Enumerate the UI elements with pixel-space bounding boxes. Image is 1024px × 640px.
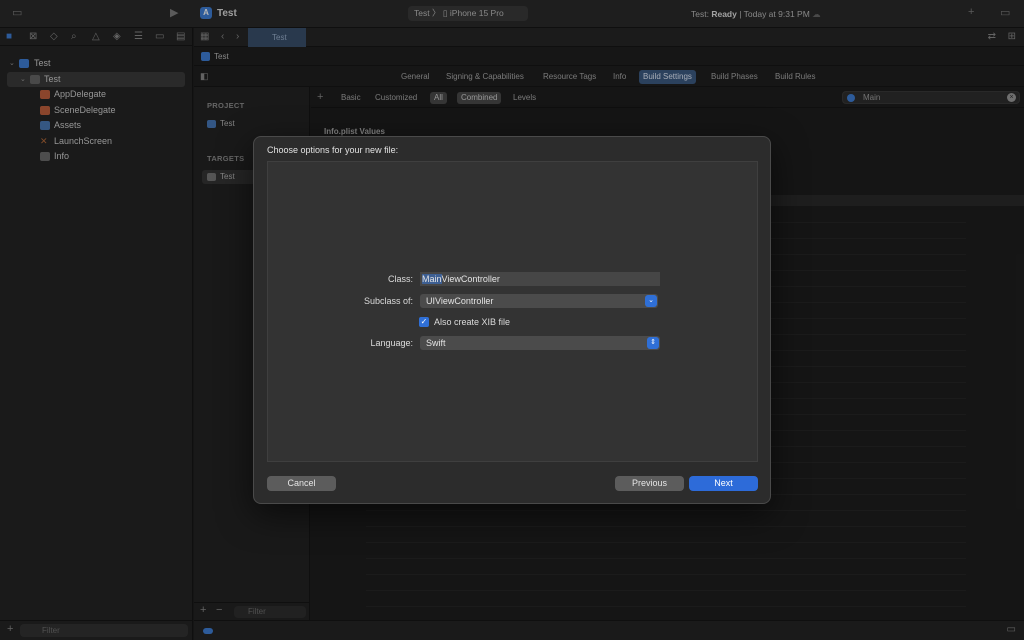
class-name-selection: Main xyxy=(422,274,442,284)
previous-button[interactable]: Previous xyxy=(615,476,684,491)
xib-checkbox[interactable]: ✓ xyxy=(419,317,429,327)
class-label: Class: xyxy=(387,274,413,284)
chevron-updown-icon: ⇕ xyxy=(647,337,659,349)
options-panel: Class: MainViewController Subclass of: U… xyxy=(267,161,758,462)
dialog-title: Choose options for your new file: xyxy=(267,145,399,155)
xib-checkbox-label: Also create XIB file xyxy=(434,317,511,327)
class-name-input[interactable]: MainViewController xyxy=(420,272,660,286)
class-name-rest: ViewController xyxy=(441,274,500,284)
new-file-options-dialog: Choose options for your new file: Class:… xyxy=(253,136,771,504)
subclass-select[interactable]: UIViewController ⌄ xyxy=(420,294,658,308)
language-label: Language: xyxy=(370,338,413,348)
chevron-down-icon: ⌄ xyxy=(645,295,657,307)
language-select[interactable]: Swift ⇕ xyxy=(420,336,660,350)
next-button[interactable]: Next xyxy=(689,476,758,491)
cancel-button[interactable]: Cancel xyxy=(267,476,336,491)
subclass-label: Subclass of: xyxy=(363,296,413,306)
